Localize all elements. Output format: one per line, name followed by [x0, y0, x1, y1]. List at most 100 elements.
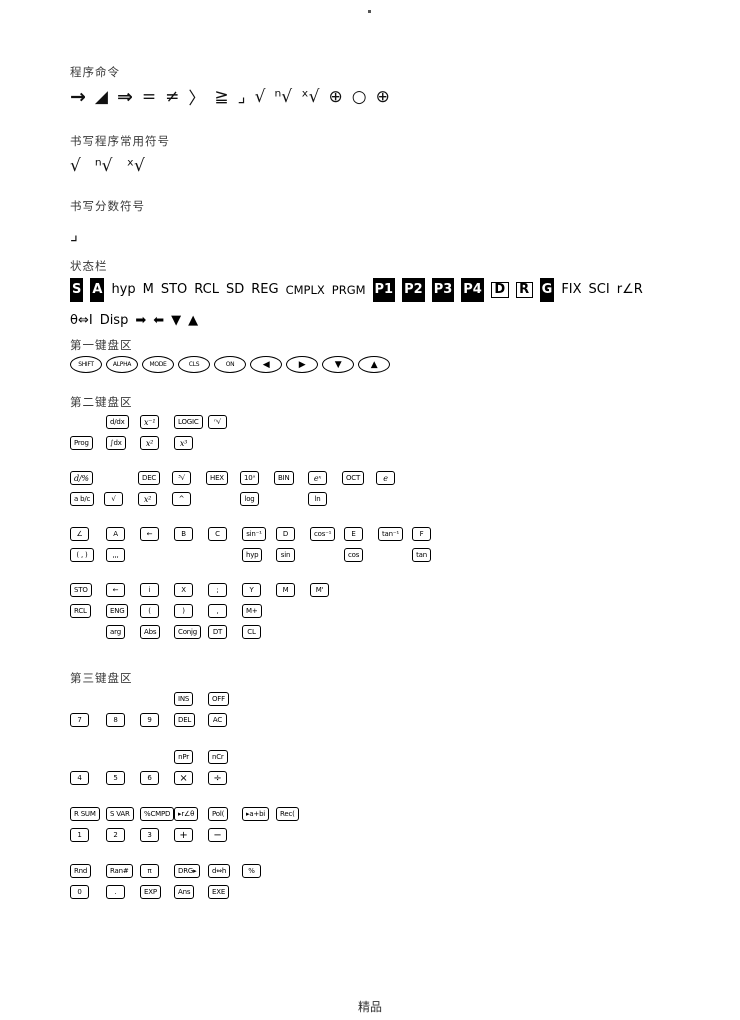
calculator-key[interactable]: RCL — [70, 604, 91, 618]
calculator-key[interactable]: 7 — [70, 713, 89, 727]
calculator-key[interactable]: A — [106, 527, 125, 541]
calculator-key[interactable]: ,,, — [106, 548, 125, 562]
calculator-key[interactable]: B — [174, 527, 193, 541]
calculator-key[interactable]: Conjg — [174, 625, 201, 639]
calculator-key[interactable]: M' — [310, 583, 329, 597]
calculator-key[interactable]: . — [106, 885, 125, 899]
calculator-key[interactable]: ∠ — [70, 527, 89, 541]
zone1-key[interactable]: SHIFT — [70, 356, 102, 373]
calculator-key[interactable]: arg — [106, 625, 125, 639]
calculator-key[interactable]: sin — [276, 548, 295, 562]
calculator-key[interactable]: ← — [106, 583, 125, 597]
calculator-key[interactable]: Pol( — [208, 807, 229, 821]
calculator-key[interactable]: ) — [174, 604, 193, 618]
calculator-key[interactable]: Prog — [70, 436, 93, 450]
calculator-key[interactable]: tan — [412, 548, 431, 562]
calculator-key[interactable]: ENG — [106, 604, 129, 618]
calculator-key[interactable]: STO — [70, 583, 92, 597]
calculator-key[interactable]: Ran# — [106, 864, 133, 878]
calculator-key[interactable]: d/dx — [106, 415, 129, 429]
calculator-key[interactable]: cos — [344, 548, 364, 562]
calculator-key[interactable]: F — [412, 527, 431, 541]
calculator-key[interactable]: ÷ — [208, 771, 227, 785]
calculator-key[interactable]: % — [242, 864, 261, 878]
calculator-key[interactable]: Y — [242, 583, 261, 597]
calculator-key[interactable]: sin⁻¹ — [242, 527, 266, 541]
calculator-key[interactable]: 8 — [106, 713, 125, 727]
zone1-key[interactable]: MODE — [142, 356, 174, 373]
calculator-key[interactable]: LOGIC — [174, 415, 203, 429]
calculator-key[interactable]: π — [140, 864, 159, 878]
calculator-key[interactable]: nCr — [208, 750, 228, 764]
calculator-key[interactable]: 3 — [140, 828, 159, 842]
calculator-key[interactable]: d/% — [70, 471, 93, 485]
calculator-key[interactable]: D — [276, 527, 295, 541]
calculator-key[interactable]: + — [174, 828, 193, 842]
calculator-key[interactable]: hyp — [242, 548, 263, 562]
calculator-key[interactable]: ▸r∠θ — [174, 807, 199, 821]
calculator-key[interactable]: BIN — [274, 471, 294, 485]
calculator-key[interactable]: DT — [208, 625, 227, 639]
calculator-key[interactable]: S VAR — [106, 807, 134, 821]
calculator-key[interactable]: OCT — [342, 471, 365, 485]
calculator-key[interactable]: ^ — [172, 492, 191, 506]
calculator-key[interactable]: a b/c — [70, 492, 95, 506]
calculator-key[interactable]: cos⁻¹ — [310, 527, 336, 541]
calculator-key[interactable]: C — [208, 527, 227, 541]
calculator-key[interactable]: Ans — [174, 885, 195, 899]
calculator-key[interactable]: DRG▸ — [174, 864, 201, 878]
zone1-key[interactable]: CLS — [178, 356, 210, 373]
calculator-key[interactable]: E — [344, 527, 363, 541]
calculator-key[interactable]: 0 — [70, 885, 89, 899]
zone1-key[interactable]: ALPHA — [106, 356, 138, 373]
calculator-key[interactable]: OFF — [208, 692, 229, 706]
calculator-key[interactable]: AC — [208, 713, 227, 727]
calculator-key[interactable]: M+ — [242, 604, 262, 618]
calculator-key[interactable]: INS — [174, 692, 194, 706]
calculator-key[interactable]: ln — [308, 492, 327, 506]
zone1-key[interactable]: ◀ — [250, 356, 282, 373]
calculator-key[interactable]: d⇔h — [208, 864, 231, 878]
zone1-key[interactable]: ▲ — [358, 356, 390, 373]
calculator-key[interactable]: 1 — [70, 828, 89, 842]
calculator-key[interactable]: x³ — [174, 436, 193, 450]
calculator-key[interactable]: 5 — [106, 771, 125, 785]
zone1-key[interactable]: ▶ — [286, 356, 318, 373]
calculator-key[interactable]: Abs — [140, 625, 161, 639]
calculator-key[interactable]: DEC — [138, 471, 161, 485]
calculator-key[interactable]: ( — [140, 604, 159, 618]
calculator-key[interactable]: %CMPD — [140, 807, 175, 821]
calculator-key[interactable]: CL — [242, 625, 261, 639]
zone1-key[interactable]: ON — [214, 356, 246, 373]
calculator-key[interactable]: EXP — [140, 885, 161, 899]
calculator-key[interactable]: √ — [104, 492, 123, 506]
calculator-key[interactable]: ( , ) — [70, 548, 94, 562]
calculator-key[interactable]: i — [140, 583, 159, 597]
calculator-key[interactable]: 10ˣ — [240, 471, 260, 485]
calculator-key[interactable]: ← — [140, 527, 159, 541]
calculator-key[interactable]: e — [376, 471, 395, 485]
calculator-key[interactable]: M — [276, 583, 295, 597]
calculator-key[interactable]: ³√ — [172, 471, 191, 485]
calculator-key[interactable]: − — [208, 828, 227, 842]
calculator-key[interactable]: log — [240, 492, 259, 506]
calculator-key[interactable]: 6 — [140, 771, 159, 785]
calculator-key[interactable]: ▸a+bi — [242, 807, 270, 821]
calculator-key[interactable]: R SUM — [70, 807, 100, 821]
calculator-key[interactable]: 4 — [70, 771, 89, 785]
calculator-key[interactable]: eˣ — [308, 471, 327, 485]
calculator-key[interactable]: DEL — [174, 713, 196, 727]
calculator-key[interactable]: ∫dx — [106, 436, 126, 450]
calculator-key[interactable]: x⁻¹ — [140, 415, 160, 429]
calculator-key[interactable]: nPr — [174, 750, 193, 764]
calculator-key[interactable]: 9 — [140, 713, 159, 727]
calculator-key[interactable]: HEX — [206, 471, 228, 485]
calculator-key[interactable]: Rec( — [276, 807, 299, 821]
calculator-key[interactable]: × — [174, 771, 193, 785]
calculator-key[interactable]: x² — [138, 492, 157, 506]
calculator-key[interactable]: x² — [140, 436, 159, 450]
calculator-key[interactable]: EXE — [208, 885, 230, 899]
calculator-key[interactable]: ; — [208, 583, 227, 597]
calculator-key[interactable]: Rnd — [70, 864, 92, 878]
calculator-key[interactable]: X — [174, 583, 193, 597]
